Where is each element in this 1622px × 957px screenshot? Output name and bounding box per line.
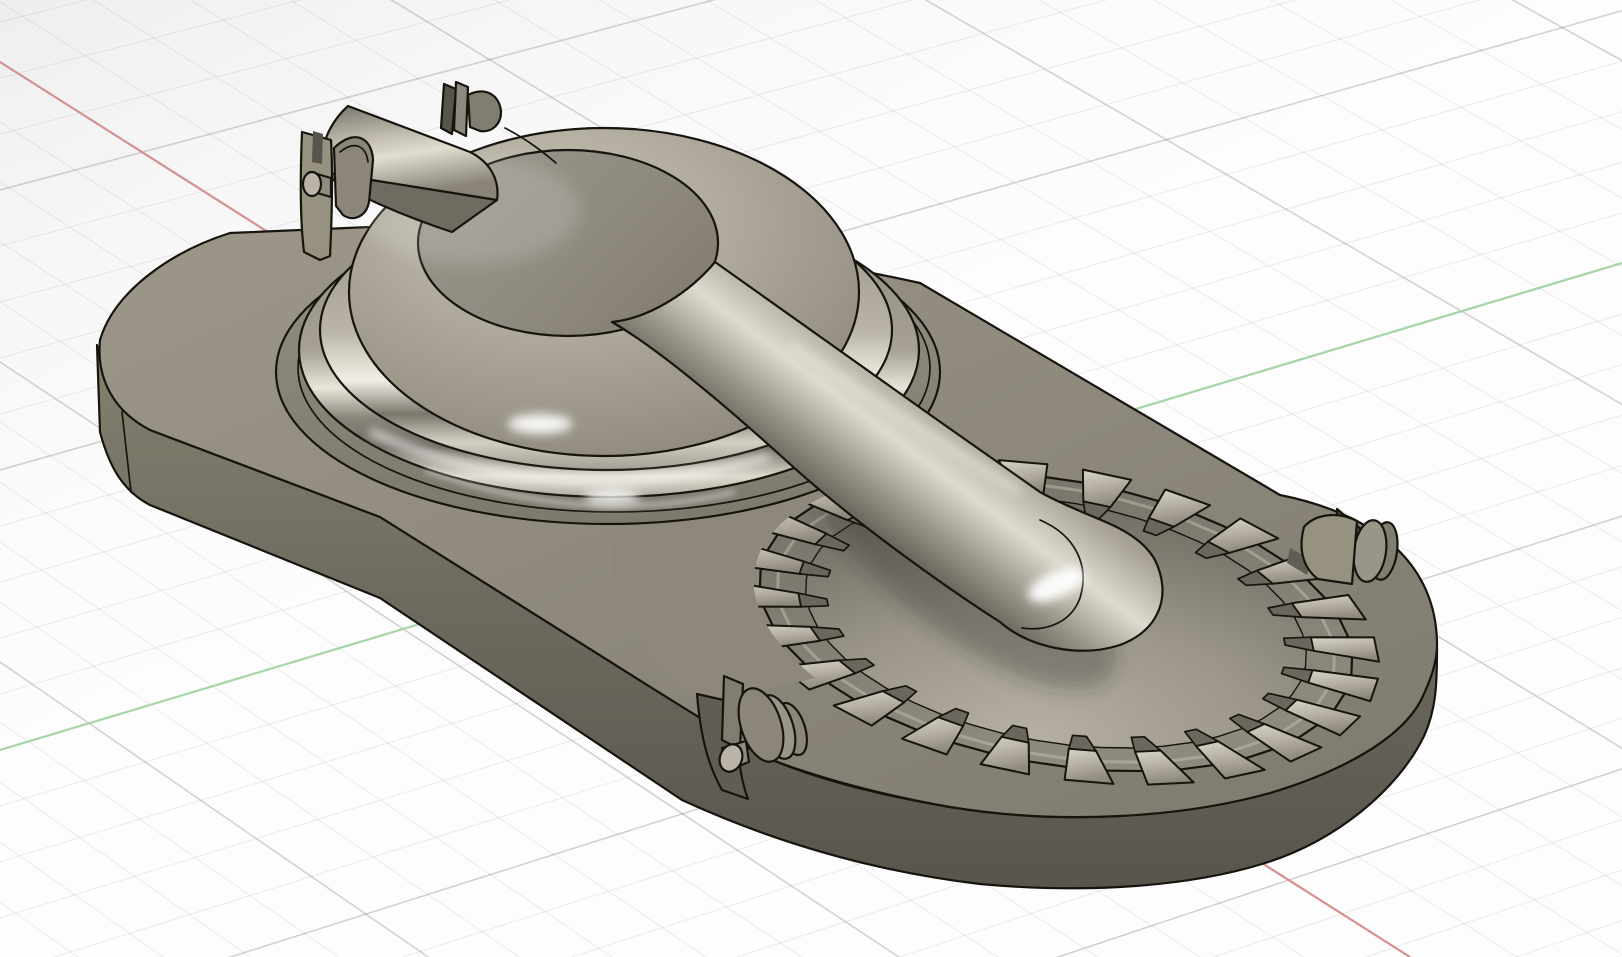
- viewport-canvas[interactable]: [0, 0, 1622, 957]
- viewport-3d[interactable]: [0, 0, 1622, 957]
- hinge-pin-cap: [301, 170, 323, 198]
